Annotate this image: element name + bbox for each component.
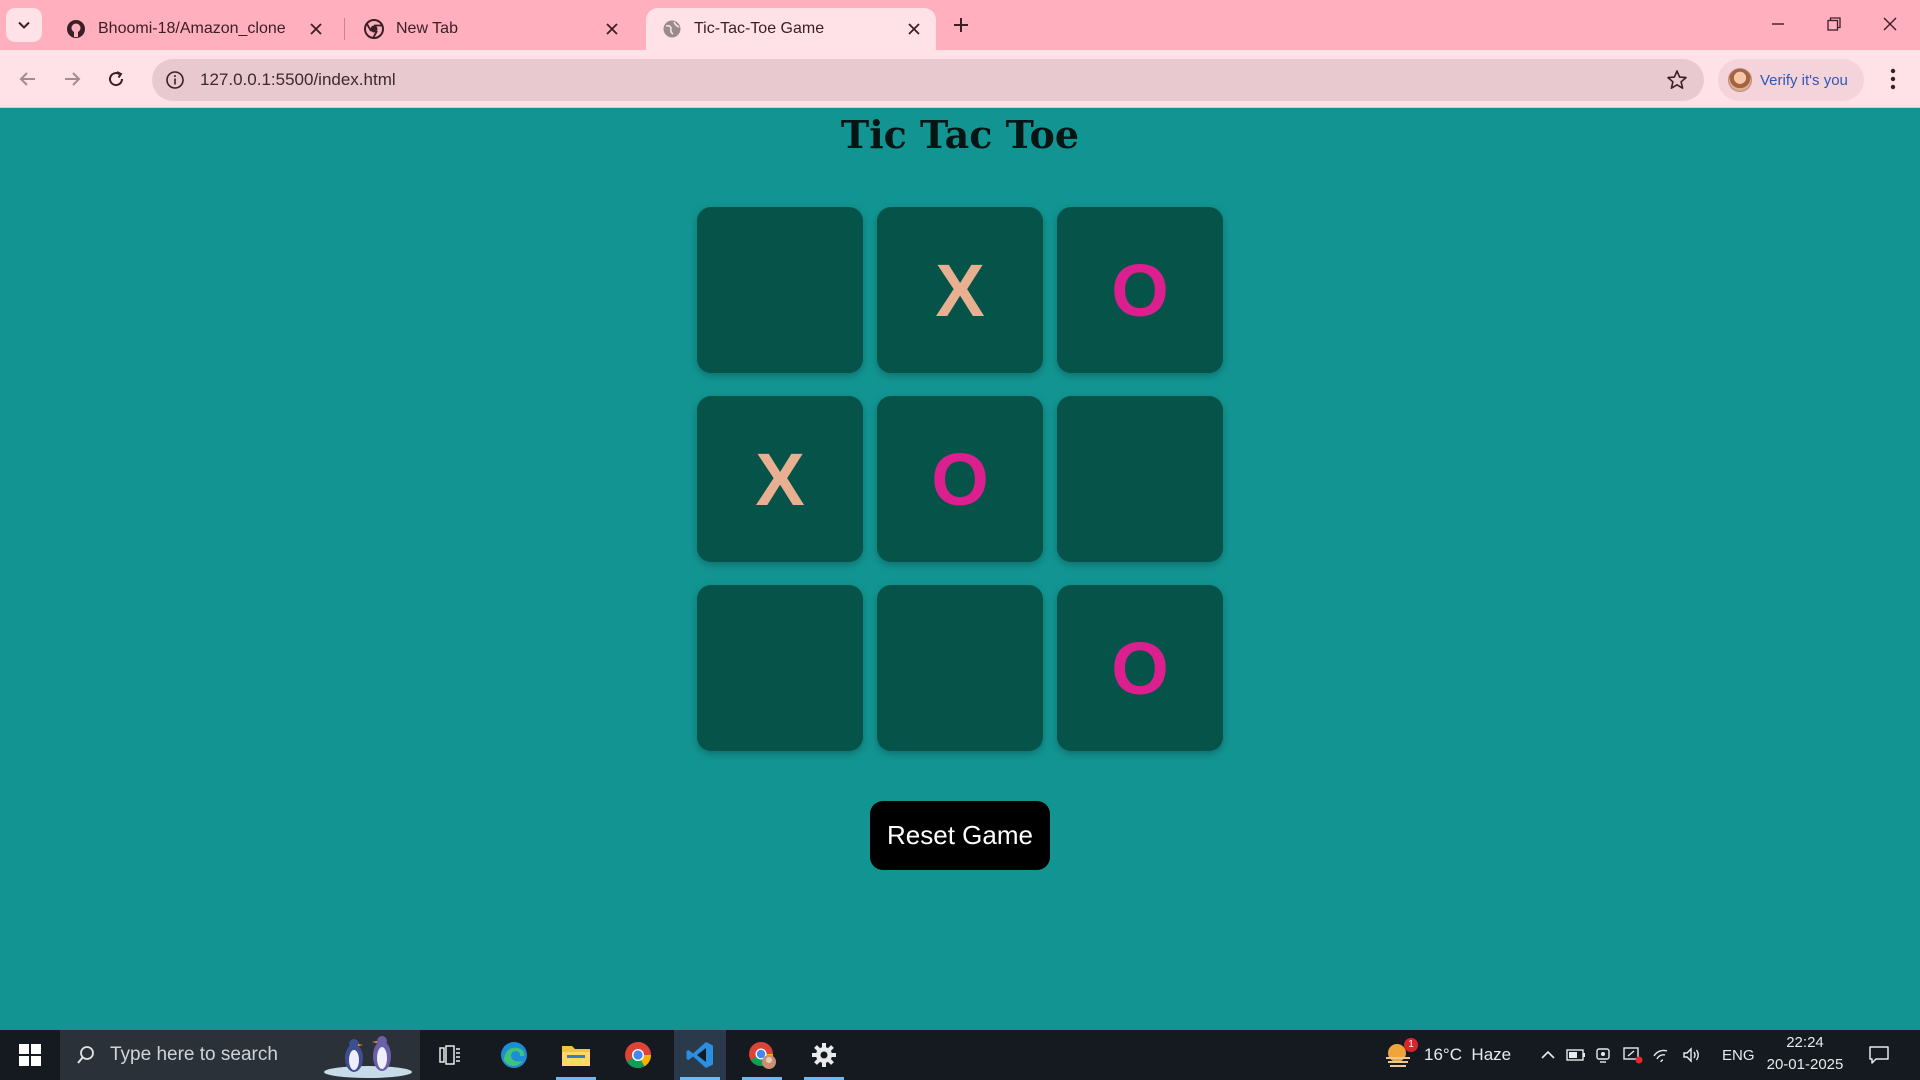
board-cell[interactable]: O [1057,207,1223,373]
system-tray [1540,1030,1702,1080]
chrome-profile-icon [749,1042,776,1069]
vscode-button[interactable] [674,1030,726,1080]
game-board: X O X O O [697,207,1223,751]
search-placeholder: Type here to search [110,1044,278,1065]
tab-new-tab[interactable]: New Tab [348,8,634,50]
tab-title: Tic-Tac-Toe Game [694,20,825,37]
reset-game-button[interactable]: Reset Game [870,801,1050,870]
clock-date: 20-01-2025 [1766,1056,1844,1073]
windows-logo-icon [19,1044,41,1066]
info-icon[interactable] [156,61,194,99]
taskbar-search[interactable]: Type here to search [60,1030,420,1080]
board-cell[interactable] [1057,396,1223,562]
vscode-icon [686,1042,713,1068]
star-icon[interactable] [1666,69,1688,91]
edge-icon [501,1042,527,1068]
page-title: Tic Tac Toe [840,112,1080,157]
back-button[interactable] [8,59,48,99]
chrome-button[interactable] [612,1030,664,1080]
reload-button[interactable] [96,59,136,99]
new-tab-button[interactable] [944,10,978,40]
tab-github[interactable]: Bhoomi-18/Amazon_clone [50,8,338,50]
chrome-icon [364,19,384,39]
arrow-right-icon [65,72,81,86]
arrow-left-icon [19,72,35,86]
chevron-down-icon [18,21,30,29]
github-icon [66,19,86,39]
board-cell[interactable]: X [697,396,863,562]
search-icon [77,1046,94,1064]
chrome-profile-button[interactable] [736,1030,788,1080]
close-icon[interactable] [306,19,326,39]
battery-icon[interactable] [1565,1048,1586,1062]
tab-divider [344,18,345,40]
minimize-icon [1772,23,1784,25]
weather-widget[interactable]: 1 16°C Haze [1384,1030,1516,1080]
meet-now-icon[interactable] [1595,1047,1613,1063]
weather-badge: 1 [1404,1038,1418,1052]
start-button[interactable] [0,1030,60,1080]
tab-title: New Tab [396,20,458,37]
clock-time: 22:24 [1786,1034,1824,1051]
tab-search-button[interactable] [6,8,42,42]
address-bar[interactable]: 127.0.0.1:5500/index.html [152,59,1704,101]
close-icon[interactable] [904,19,924,39]
file-explorer-button[interactable] [550,1030,602,1080]
wifi-icon[interactable] [1652,1047,1672,1063]
game-page: Tic Tac Toe X O X O O Reset Game [0,108,1920,1030]
avatar [1728,68,1752,92]
forward-button[interactable] [52,59,92,99]
weather-haze-icon: 1 [1384,1038,1418,1070]
close-icon [1883,17,1897,31]
chrome-icon [625,1042,652,1069]
search-highlight-illustration [324,1036,412,1078]
settings-button[interactable] [798,1030,850,1080]
clock[interactable]: 22:24 20-01-2025 [1762,1032,1848,1076]
volume-icon[interactable] [1682,1047,1702,1063]
edge-button[interactable] [488,1030,540,1080]
reload-icon [109,71,124,87]
tab-tic-tac-toe[interactable]: Tic-Tac-Toe Game [646,8,936,50]
screen-recording-icon[interactable] [1623,1046,1643,1064]
board-cell[interactable]: O [877,396,1043,562]
restore-button[interactable] [1806,0,1862,48]
profile-label: Verify it's you [1760,71,1848,89]
settings-icon [812,1043,836,1067]
board-cell[interactable]: O [1057,585,1223,751]
chevron-up-icon[interactable] [1540,1047,1556,1063]
tab-strip: Bhoomi-18/Amazon_clone New Tab Tic-Tac-T… [0,0,1920,50]
minimize-button[interactable] [1750,0,1806,48]
profile-button[interactable]: Verify it's you [1718,59,1864,101]
browser-menu-button[interactable] [1878,62,1908,96]
globe-icon [662,19,682,39]
more-vertical-icon [1890,68,1896,90]
plus-icon [954,18,968,32]
task-view-icon [439,1045,460,1065]
tab-title: Bhoomi-18/Amazon_clone [98,20,286,37]
notification-icon [1869,1046,1889,1064]
task-view-button[interactable] [424,1030,476,1080]
board-cell[interactable] [877,585,1043,751]
board-cell[interactable] [697,585,863,751]
board-cell[interactable]: X [877,207,1043,373]
notifications-button[interactable] [1854,1030,1904,1080]
weather-text: 16°C Haze [1424,1045,1512,1064]
close-window-button[interactable] [1862,0,1918,48]
close-icon[interactable] [602,19,622,39]
taskbar: Type here to search 1 16°C Haze ENG 22:2… [0,1030,1920,1080]
browser-toolbar: 127.0.0.1:5500/index.html Verify it's yo… [0,50,1920,108]
input-language[interactable]: ENG [1722,1030,1758,1080]
url-text[interactable]: 127.0.0.1:5500/index.html [200,70,396,90]
file-explorer-icon [562,1046,590,1066]
board-cell[interactable] [697,207,863,373]
restore-icon [1827,17,1841,31]
